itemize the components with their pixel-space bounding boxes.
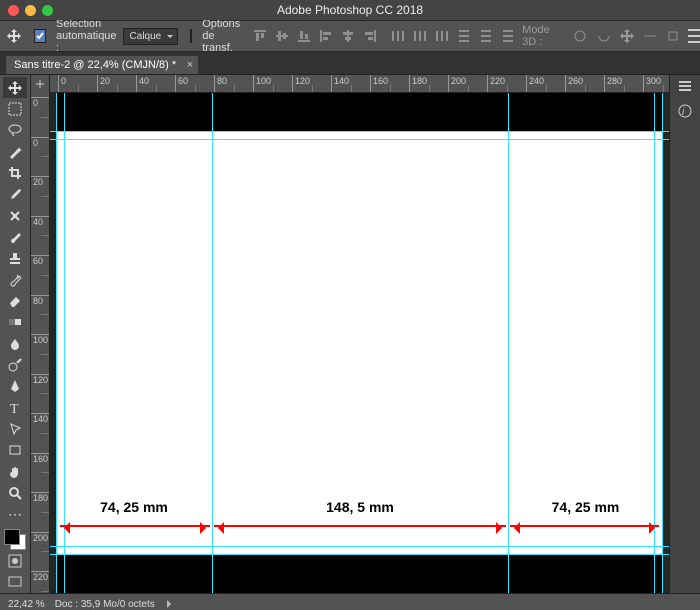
document-tab[interactable]: Sans titre-2 @ 22,4% (CMJN/8) * × (6, 56, 198, 74)
gradient-tool[interactable] (3, 312, 27, 333)
brush-tool[interactable] (3, 226, 27, 247)
dist-vcenter-button[interactable] (412, 26, 428, 46)
marquee-tool[interactable] (3, 98, 27, 119)
eraser-tool[interactable] (3, 290, 27, 311)
path-select-tool[interactable] (3, 418, 27, 439)
panel-menu-icon[interactable] (688, 29, 700, 43)
dodge-tool[interactable] (3, 354, 27, 375)
transform-controls-checkbox[interactable] (190, 29, 192, 43)
mac-titlebar: Adobe Photoshop CC 2018 (0, 0, 700, 20)
crop-tool[interactable] (3, 162, 27, 183)
pen-tool[interactable] (3, 376, 27, 397)
status-bar: 22,42 % Doc : 35,9 Mo/0 octets (0, 593, 700, 610)
screen-mode-button[interactable] (3, 572, 27, 593)
properties-panel-icon[interactable]: i (677, 103, 693, 119)
ruler-origin-icon[interactable] (31, 75, 50, 94)
rectangle-tool[interactable] (3, 440, 27, 461)
align-hcenter-button[interactable] (340, 26, 356, 46)
3d-pan-button[interactable] (618, 26, 635, 46)
align-top-button[interactable] (252, 26, 268, 46)
svg-text:i: i (682, 107, 685, 118)
color-swatches[interactable] (4, 529, 26, 550)
type-tool[interactable] (3, 397, 27, 418)
move-tool-icon (6, 28, 22, 44)
stamp-tool[interactable] (3, 248, 27, 269)
dimension-arrow (60, 525, 210, 527)
dimension-arrow (214, 525, 506, 527)
dimension-arrow (510, 525, 659, 527)
3d-roll-button[interactable] (595, 26, 612, 46)
app-title: Adobe Photoshop CC 2018 (0, 3, 700, 17)
auto-select-label: Sélection automatique : (56, 18, 117, 54)
align-bottom-button[interactable] (296, 26, 312, 46)
document-page[interactable] (56, 131, 663, 555)
guide-horizontal[interactable] (50, 131, 669, 132)
auto-select-checkbox[interactable] (34, 29, 46, 43)
dist-bottom-button[interactable] (434, 26, 450, 46)
3d-scale-button[interactable] (665, 26, 682, 46)
edit-toolbar-icon[interactable]: ⋯ (3, 504, 27, 525)
status-flyout-icon[interactable] (167, 600, 175, 608)
guide-horizontal[interactable] (50, 139, 669, 140)
move-tool[interactable] (3, 77, 27, 98)
quick-mask-button[interactable] (3, 550, 27, 571)
horizontal-ruler[interactable]: 0204060801001201401601802002202402602803… (50, 75, 669, 93)
mode-3d-label: Mode 3D : (522, 24, 566, 48)
dimension-label-left: 74, 25 mm (56, 499, 212, 515)
guide-horizontal[interactable] (50, 546, 669, 547)
heal-tool[interactable] (3, 205, 27, 226)
align-right-button[interactable] (362, 26, 378, 46)
tools-panel: ⋯ (0, 75, 31, 593)
dimension-label-right: 74, 25 mm (508, 499, 663, 515)
east-panel-strip: i (669, 75, 700, 593)
zoom-tool[interactable] (3, 482, 27, 503)
vertical-ruler[interactable]: 0020406080100120140160180200220 (31, 93, 50, 593)
document-tab-bar: Sans titre-2 @ 22,4% (CMJN/8) * × (0, 52, 700, 75)
doc-size-readout[interactable]: Doc : 35,9 Mo/0 octets (55, 599, 155, 610)
layer-dropdown[interactable]: Calque (123, 28, 179, 45)
align-vcenter-button[interactable] (274, 26, 290, 46)
guide-horizontal[interactable] (50, 554, 669, 555)
dist-right-button[interactable] (500, 26, 516, 46)
lasso-tool[interactable] (3, 120, 27, 141)
document-tab-label: Sans titre-2 @ 22,4% (CMJN/8) * (14, 59, 176, 71)
align-left-button[interactable] (318, 26, 334, 46)
3d-slide-button[interactable] (642, 26, 659, 46)
dimension-label-mid: 148, 5 mm (212, 499, 508, 515)
zoom-level-readout[interactable]: 22,42 % (8, 599, 45, 610)
eyedropper-tool[interactable] (3, 184, 27, 205)
history-brush-tool[interactable] (3, 269, 27, 290)
wand-tool[interactable] (3, 141, 27, 162)
hand-tool[interactable] (3, 461, 27, 482)
options-bar: Sélection automatique : Calque Options d… (0, 20, 700, 52)
close-tab-icon[interactable]: × (187, 59, 193, 71)
blur-tool[interactable] (3, 333, 27, 354)
3d-orbit-button[interactable] (572, 26, 589, 46)
transform-controls-label: Options de transf. (202, 18, 240, 54)
dist-top-button[interactable] (390, 26, 406, 46)
dist-left-button[interactable] (456, 26, 472, 46)
dimension-annotations: 74, 25 mm 148, 5 mm 74, 25 mm (56, 499, 663, 539)
canvas-area[interactable]: 74, 25 mm 148, 5 mm 74, 25 mm (50, 93, 669, 593)
panel-menu-icon[interactable] (679, 81, 691, 91)
dist-hcenter-button[interactable] (478, 26, 494, 46)
